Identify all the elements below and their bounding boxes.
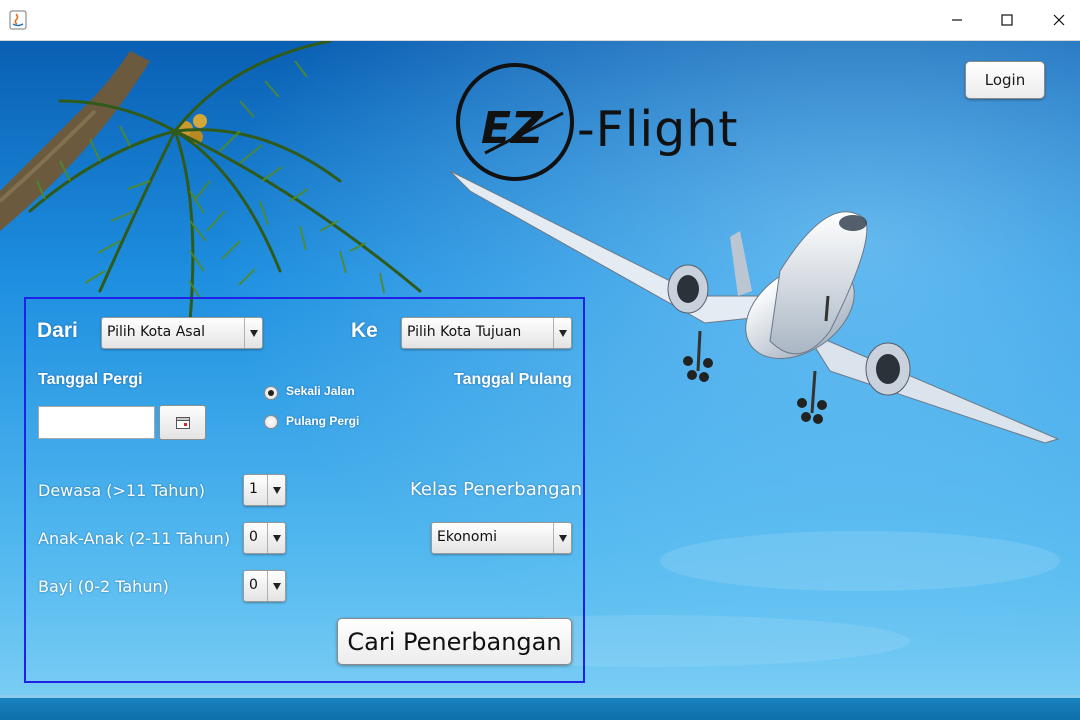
minimize-icon xyxy=(952,19,962,21)
chevron-down-icon xyxy=(244,318,262,348)
dewasa-label: Dewasa (>11 Tahun) xyxy=(38,481,205,500)
anak-label: Anak-Anak (2-11 Tahun) xyxy=(38,529,231,548)
dewasa-count-value: 1 xyxy=(249,481,258,497)
pulang-pergi-label: Pulang Pergi xyxy=(286,414,360,428)
logo-text: -Flight xyxy=(577,101,739,158)
bayi-label: Bayi (0-2 Tahun) xyxy=(38,577,169,596)
window-titlebar xyxy=(0,0,1080,41)
chevron-down-icon xyxy=(267,475,285,505)
tanggal-pergi-input[interactable] xyxy=(38,406,155,439)
chevron-down-icon xyxy=(267,571,285,601)
pulang-pergi-radio[interactable] xyxy=(264,415,278,429)
login-button[interactable]: Login xyxy=(965,61,1045,99)
java-app-icon xyxy=(9,10,27,30)
dari-label: Dari xyxy=(37,319,78,342)
anak-count-value: 0 xyxy=(249,529,258,545)
ez-flight-logo: EZ -Flight xyxy=(455,55,755,190)
bayi-count-dropdown[interactable]: 0 xyxy=(243,570,286,602)
kota-tujuan-dropdown[interactable]: Pilih Kota Tujuan xyxy=(401,317,572,349)
kelas-penerbangan-label: Kelas Penerbangan xyxy=(410,479,583,500)
maximize-icon xyxy=(1001,14,1013,26)
chevron-down-icon xyxy=(553,523,571,553)
bayi-count-value: 0 xyxy=(249,577,258,593)
date-picker-button[interactable] xyxy=(159,405,206,440)
calendar-icon xyxy=(175,416,190,429)
close-button[interactable] xyxy=(1036,0,1080,40)
sekali-jalan-label: Sekali Jalan xyxy=(286,384,355,398)
kota-tujuan-value: Pilih Kota Tujuan xyxy=(407,324,522,340)
kelas-penerbangan-value: Ekonomi xyxy=(437,529,497,545)
tanggal-pulang-label: Tanggal Pulang xyxy=(454,371,572,388)
anak-count-dropdown[interactable]: 0 xyxy=(243,522,286,554)
dewasa-count-dropdown[interactable]: 1 xyxy=(243,474,286,506)
tanggal-pergi-label: Tanggal Pergi xyxy=(38,371,143,388)
chevron-down-icon xyxy=(267,523,285,553)
main-window-content: Login EZ -Flight Dari Pilih Kota Asal Ke… xyxy=(0,41,1080,720)
maximize-button[interactable] xyxy=(984,0,1030,40)
kota-asal-value: Pilih Kota Asal xyxy=(107,324,206,340)
sekali-jalan-radio[interactable] xyxy=(264,386,278,400)
ke-label: Ke xyxy=(351,319,378,342)
cari-penerbangan-button[interactable]: Cari Penerbangan xyxy=(337,618,572,665)
logo-mark: EZ xyxy=(456,63,574,181)
chevron-down-icon xyxy=(553,318,571,348)
minimize-button[interactable] xyxy=(934,0,980,40)
close-icon xyxy=(1053,14,1065,26)
kota-asal-dropdown[interactable]: Pilih Kota Asal xyxy=(101,317,263,349)
kelas-penerbangan-dropdown[interactable]: Ekonomi xyxy=(431,522,572,554)
